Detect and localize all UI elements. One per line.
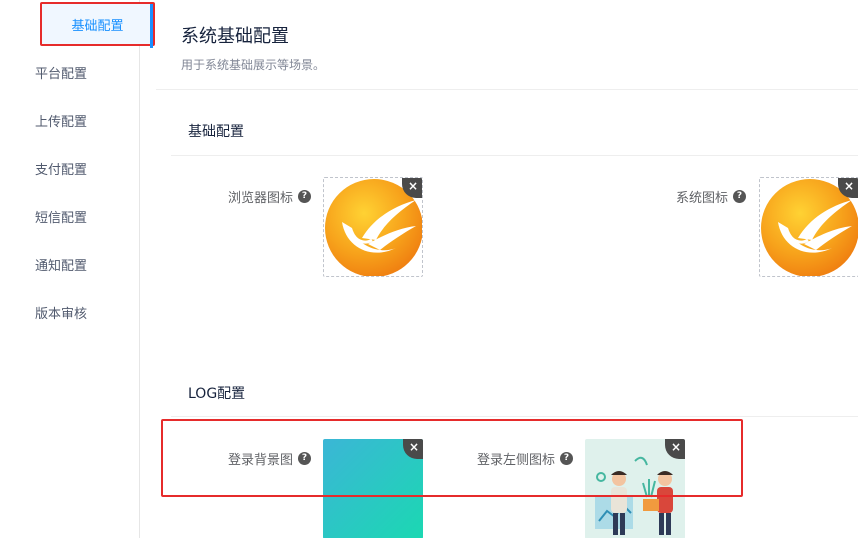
login-left-icon-upload[interactable]: × bbox=[585, 439, 685, 538]
divider bbox=[171, 416, 858, 417]
sidebar-item-label: 通知配置 bbox=[34, 258, 87, 274]
login-background-upload[interactable]: × bbox=[323, 439, 423, 538]
sidebar-item-label: 短信配置 bbox=[34, 210, 87, 226]
field-label-system-icon: 系统图标 ? bbox=[626, 186, 746, 206]
page-description: 用于系统基础展示等场景。 bbox=[181, 58, 326, 72]
sidebar-item-label: 基础配置 bbox=[71, 18, 124, 34]
question-icon[interactable]: ? bbox=[560, 451, 573, 465]
sidebar-item-platform-config[interactable]: 平台配置 bbox=[0, 50, 138, 94]
browser-icon-upload[interactable]: × bbox=[323, 177, 423, 277]
sidebar-item-notify-config[interactable]: 通知配置 bbox=[0, 242, 138, 286]
system-icon-upload[interactable]: × bbox=[759, 177, 858, 277]
field-label-login-left-icon: 登录左侧图标 ? bbox=[446, 448, 573, 468]
field-label-login-background: 登录背景图 ? bbox=[186, 448, 311, 468]
main-content: 系统基础配置 用于系统基础展示等场景。 基础配置 浏览器图标 ? × 系统图标 … bbox=[156, 0, 858, 538]
sidebar: 基础配置 平台配置 上传配置 支付配置 短信配置 通知配置 版本审核 bbox=[0, 0, 155, 538]
field-label-text: 登录左侧图标 bbox=[476, 452, 555, 468]
divider bbox=[156, 89, 858, 90]
field-label-text: 登录背景图 bbox=[227, 452, 293, 468]
sidebar-item-payment-config[interactable]: 支付配置 bbox=[0, 146, 138, 190]
sidebar-item-upload-config[interactable]: 上传配置 bbox=[0, 98, 138, 142]
question-icon[interactable]: ? bbox=[733, 189, 746, 203]
sidebar-item-sms-config[interactable]: 短信配置 bbox=[0, 194, 138, 238]
divider bbox=[171, 155, 858, 156]
sidebar-item-label: 平台配置 bbox=[34, 66, 87, 82]
page: 基础配置 平台配置 上传配置 支付配置 短信配置 通知配置 版本审核 系统基础配… bbox=[0, 0, 858, 538]
question-icon[interactable]: ? bbox=[298, 451, 311, 465]
sidebar-item-basic-config[interactable]: 基础配置 bbox=[40, 2, 155, 48]
field-label-text: 浏览器图标 bbox=[227, 190, 293, 206]
section-title-basic: 基础配置 bbox=[188, 124, 244, 140]
field-label-browser-icon: 浏览器图标 ? bbox=[186, 186, 311, 206]
question-icon[interactable]: ? bbox=[298, 189, 311, 203]
sidebar-item-label: 支付配置 bbox=[34, 162, 87, 178]
section-title-log: LOG配置 bbox=[188, 386, 246, 402]
sidebar-item-label: 版本审核 bbox=[34, 306, 87, 322]
sidebar-item-label: 上传配置 bbox=[34, 114, 87, 130]
sidebar-item-version-review[interactable]: 版本审核 bbox=[0, 290, 138, 334]
page-title: 系统基础配置 bbox=[181, 26, 289, 47]
field-label-text: 系统图标 bbox=[675, 190, 728, 206]
